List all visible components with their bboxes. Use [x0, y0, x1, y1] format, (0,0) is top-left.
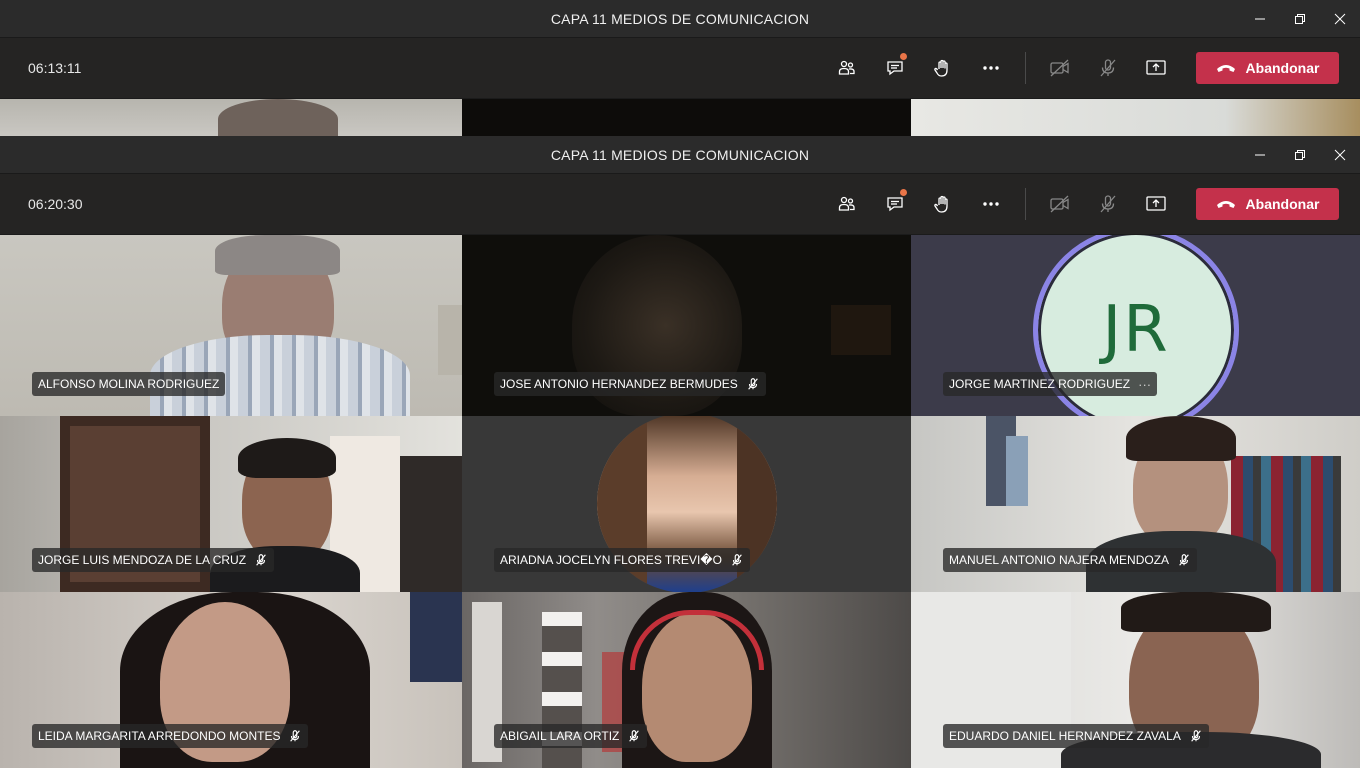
participant-name: JOSE ANTONIO HERNANDEZ BERMUDES: [500, 377, 738, 391]
video-tile[interactable]: JOSE ANTONIO HERNANDEZ BERMUDES: [462, 235, 911, 416]
toolbar-divider: [1025, 188, 1026, 220]
participant-name: MANUEL ANTONIO NAJERA MENDOZA: [949, 553, 1170, 567]
video-tile-partial: [0, 99, 462, 136]
video-tile[interactable]: ABIGAIL LARA ORTIZ: [462, 592, 911, 768]
mic-off-icon: [746, 377, 760, 391]
mic-off-icon: [1177, 553, 1191, 567]
minimize-icon[interactable]: [1240, 136, 1280, 174]
minimize-icon[interactable]: [1240, 0, 1280, 38]
participant-name-tag: JORGE LUIS MENDOZA DE LA CRUZ: [32, 548, 275, 572]
video-tile[interactable]: ALFONSO MOLINA RODRIGUEZ: [0, 235, 462, 416]
more-options-icon[interactable]: [967, 48, 1015, 88]
mic-off-icon[interactable]: [1084, 184, 1132, 224]
participant-name-tag: ABIGAIL LARA ORTIZ: [494, 724, 648, 748]
participant-name: ALFONSO MOLINA RODRIGUEZ: [38, 377, 220, 391]
meeting-toolbar: 06:13:11 Abandonar: [0, 38, 1360, 99]
back-video-strip: [0, 99, 1360, 136]
participants-icon[interactable]: [823, 48, 871, 88]
participant-name: LEIDA MARGARITA ARREDONDO MONTES: [38, 729, 281, 743]
participant-name-tag: JOSE ANTONIO HERNANDEZ BERMUDES: [494, 372, 766, 396]
meeting-toolbar: 06:20:30 Abandonar: [0, 174, 1360, 235]
hang-up-icon: [1216, 65, 1235, 72]
more-icon[interactable]: ···: [1138, 377, 1151, 392]
mic-off-icon: [288, 729, 302, 743]
chat-notification-badge: [900, 53, 907, 60]
front-meeting-window: CAPA 11 MEDIOS DE COMUNICACION 06:20:30 …: [0, 136, 1360, 768]
video-tile[interactable]: LEIDA MARGARITA ARREDONDO MONTES: [0, 592, 462, 768]
chat-icon[interactable]: [871, 184, 919, 224]
raise-hand-icon[interactable]: [919, 184, 967, 224]
participant-name: EDUARDO DANIEL HERNANDEZ ZAVALA: [949, 729, 1181, 743]
leave-label: Abandonar: [1245, 60, 1320, 76]
window-title: CAPA 11 MEDIOS DE COMUNICACION: [550, 146, 810, 163]
share-screen-icon[interactable]: [1132, 184, 1180, 224]
mic-off-icon: [730, 553, 744, 567]
mic-off-icon[interactable]: [1084, 48, 1132, 88]
participant-name-tag: MANUEL ANTONIO NAJERA MENDOZA: [943, 548, 1198, 572]
participant-name-tag: EDUARDO DANIEL HERNANDEZ ZAVALA: [943, 724, 1209, 748]
video-tile[interactable]: JR JORGE MARTINEZ RODRIGUEZ ···: [911, 235, 1360, 416]
video-tile[interactable]: MANUEL ANTONIO NAJERA MENDOZA: [911, 416, 1360, 592]
participant-name-tag: JORGE MARTINEZ RODRIGUEZ ···: [943, 372, 1158, 396]
leave-label: Abandonar: [1245, 196, 1320, 212]
more-options-icon[interactable]: [967, 184, 1015, 224]
hang-up-icon: [1216, 201, 1235, 208]
chat-notification-badge: [900, 189, 907, 196]
chat-icon[interactable]: [871, 48, 919, 88]
title-bar: CAPA 11 MEDIOS DE COMUNICACION: [0, 136, 1360, 174]
share-screen-icon[interactable]: [1132, 48, 1180, 88]
video-grid: ALFONSO MOLINA RODRIGUEZ JOSE ANTONIO HE…: [0, 235, 1360, 768]
window-title: CAPA 11 MEDIOS DE COMUNICACION: [550, 10, 810, 27]
raise-hand-icon[interactable]: [919, 48, 967, 88]
participants-icon[interactable]: [823, 184, 871, 224]
avatar-initials: JR: [1102, 293, 1170, 367]
participant-name: JORGE LUIS MENDOZA DE LA CRUZ: [38, 553, 247, 567]
video-tile[interactable]: ARIADNA JOCELYN FLORES TREVI�O: [462, 416, 911, 592]
title-bar: CAPA 11 MEDIOS DE COMUNICACION: [0, 0, 1360, 38]
participant-name-tag: ARIADNA JOCELYN FLORES TREVI�O: [494, 548, 750, 572]
close-icon[interactable]: [1320, 136, 1360, 174]
video-tile-partial: [462, 99, 911, 136]
camera-off-icon[interactable]: [1036, 48, 1084, 88]
restore-icon[interactable]: [1280, 0, 1320, 38]
mic-off-icon: [627, 729, 641, 743]
video-tile[interactable]: EDUARDO DANIEL HERNANDEZ ZAVALA: [911, 592, 1360, 768]
toolbar-divider: [1025, 52, 1026, 84]
mic-off-icon: [254, 553, 268, 567]
participant-name-tag: ALFONSO MOLINA RODRIGUEZ: [32, 372, 226, 396]
leave-button[interactable]: Abandonar: [1196, 52, 1339, 84]
participant-name-tag: LEIDA MARGARITA ARREDONDO MONTES: [32, 724, 309, 748]
leave-button[interactable]: Abandonar: [1196, 188, 1339, 220]
video-tile[interactable]: JORGE LUIS MENDOZA DE LA CRUZ: [0, 416, 462, 592]
close-icon[interactable]: [1320, 0, 1360, 38]
video-tile-partial: [911, 99, 1360, 136]
mic-off-icon: [1189, 729, 1203, 743]
participant-name: JORGE MARTINEZ RODRIGUEZ: [949, 377, 1131, 391]
participant-name: ABIGAIL LARA ORTIZ: [500, 729, 620, 743]
participant-name: ARIADNA JOCELYN FLORES TREVI�O: [500, 553, 722, 567]
restore-icon[interactable]: [1280, 136, 1320, 174]
meeting-timer: 06:20:30: [28, 196, 83, 212]
back-meeting-window: CAPA 11 MEDIOS DE COMUNICACION 06:13:11 …: [0, 0, 1360, 136]
camera-off-icon[interactable]: [1036, 184, 1084, 224]
meeting-timer: 06:13:11: [28, 60, 82, 76]
